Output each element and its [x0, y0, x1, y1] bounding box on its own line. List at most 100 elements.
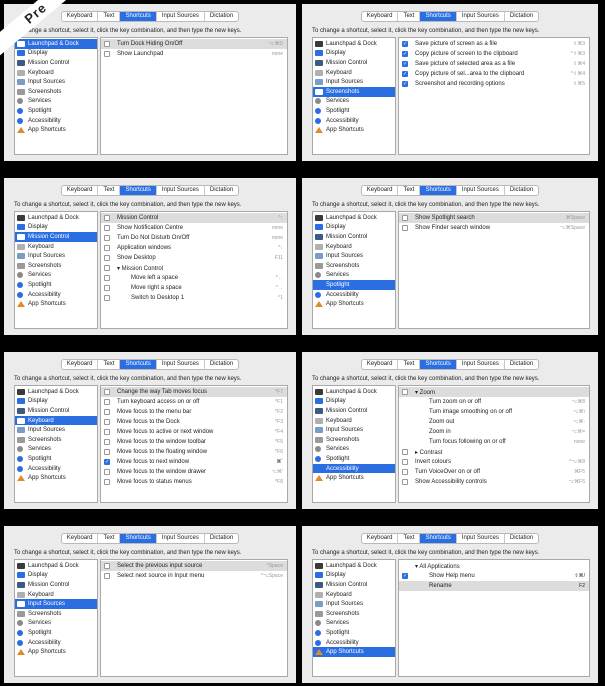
shortcut-checkbox[interactable]: ✓ [402, 61, 408, 67]
shortcut-keys[interactable]: none [272, 225, 283, 231]
shortcut-keys[interactable]: ^F2 [275, 409, 283, 415]
category-item-spotlight[interactable]: Spotlight [313, 454, 395, 464]
category-item-services[interactable]: Services [313, 445, 395, 455]
shortcut-checkbox[interactable] [104, 449, 110, 455]
category-list[interactable]: Launchpad & Dock Display Mission Control Ke… [14, 37, 98, 155]
shortcut-row[interactable]: ▾ All Applications [399, 561, 589, 571]
shortcut-row[interactable]: Move focus to the floating window ^F6 [101, 447, 287, 457]
shortcut-row[interactable]: Show Spotlight search ⌘Space [399, 213, 589, 223]
category-item-input-sources[interactable]: Input Sources [15, 425, 97, 435]
category-item-screenshots[interactable]: Screenshots [15, 87, 97, 97]
category-item-accessibility[interactable]: Accessibility [15, 290, 97, 300]
shortcut-checkbox[interactable] [402, 479, 408, 485]
category-item-mission-control[interactable]: Mission Control [313, 58, 395, 68]
shortcut-checkbox[interactable] [402, 449, 408, 455]
shortcut-row[interactable]: ▸ Contrast [399, 447, 589, 457]
category-item-keyboard[interactable]: Keyboard [15, 242, 97, 252]
shortcut-checkbox[interactable] [402, 469, 408, 475]
shortcut-keys[interactable]: ⌥⌘- [573, 419, 585, 425]
shortcut-list[interactable]: Select the previous input source ^Space Se… [100, 559, 288, 677]
tab-text[interactable]: Text [97, 360, 119, 369]
category-item-mission-control[interactable]: Mission Control [313, 580, 395, 590]
category-item-accessibility[interactable]: Accessibility [313, 116, 395, 126]
shortcut-row[interactable]: Turn keyboard access on or off ^F1 [101, 397, 287, 407]
shortcut-keys[interactable]: ⌥⌘8 [571, 399, 585, 405]
category-list[interactable]: Launchpad & Dock Display Mission Control Ke… [14, 211, 98, 329]
tab-keyboard[interactable]: Keyboard [62, 360, 98, 369]
category-item-services[interactable]: Services [313, 97, 395, 107]
shortcut-keys[interactable]: none [574, 439, 585, 445]
shortcut-keys[interactable]: ^⇧⌘4 [571, 71, 585, 77]
shortcut-row[interactable]: Show Finder search window ⌥⌘Space [399, 223, 589, 233]
shortcut-checkbox[interactable] [104, 479, 110, 485]
category-item-input-sources[interactable]: Input Sources [313, 425, 395, 435]
category-item-services[interactable]: Services [15, 445, 97, 455]
shortcut-keys[interactable]: ⇧⌘5 [573, 81, 585, 87]
tab-shortcuts[interactable]: Shortcuts [419, 12, 456, 21]
category-item-input-sources[interactable]: Input Sources [15, 77, 97, 87]
category-item-display[interactable]: Display [15, 49, 97, 59]
tab-dictation[interactable]: Dictation [503, 534, 538, 543]
tab-dictation[interactable]: Dictation [203, 360, 238, 369]
shortcut-keys[interactable]: ^↑ [278, 215, 283, 221]
category-list[interactable]: Launchpad & Dock Display Mission Control Ke… [312, 37, 396, 155]
category-item-mission-control[interactable]: Mission Control [15, 580, 97, 590]
category-item-app-shortcuts[interactable]: App Shortcuts [313, 473, 395, 483]
category-item-keyboard[interactable]: Keyboard [313, 590, 395, 600]
category-item-mission-control[interactable]: Mission Control [313, 232, 395, 242]
tab-input-sources[interactable]: Input Sources [155, 12, 204, 21]
tab-dictation[interactable]: Dictation [503, 360, 538, 369]
shortcut-checkbox[interactable] [104, 51, 110, 57]
shortcut-checkbox[interactable]: ✓ [402, 81, 408, 87]
shortcut-checkbox[interactable] [104, 275, 110, 281]
shortcut-row[interactable]: ✓ Show Help menu ⇧⌘/ [399, 571, 589, 581]
category-item-screenshots[interactable]: Screenshots [313, 261, 395, 271]
category-item-input-sources[interactable]: Input Sources [15, 599, 97, 609]
shortcut-keys[interactable]: ^F7 [275, 389, 283, 395]
shortcut-row[interactable]: Move left a space ^← [101, 273, 287, 283]
category-item-accessibility[interactable]: Accessibility [15, 464, 97, 474]
shortcut-row[interactable]: Move right a space ^→ [101, 283, 287, 293]
category-item-mission-control[interactable]: Mission Control [15, 58, 97, 68]
shortcut-checkbox[interactable] [104, 389, 110, 395]
category-item-input-sources[interactable]: Input Sources [313, 251, 395, 261]
shortcut-keys[interactable]: ^⌥Space [261, 573, 283, 579]
category-item-services[interactable]: Services [15, 97, 97, 107]
category-item-launchpad-dock[interactable]: Launchpad & Dock [15, 39, 97, 49]
category-item-app-shortcuts[interactable]: App Shortcuts [313, 647, 395, 657]
category-list[interactable]: Launchpad & Dock Display Mission Control Ke… [14, 559, 98, 677]
shortcut-checkbox[interactable] [104, 295, 110, 301]
shortcut-row[interactable]: Move focus to the window drawer ⌥⌘' [101, 467, 287, 477]
shortcut-checkbox[interactable]: ✓ [402, 41, 408, 47]
shortcut-checkbox[interactable]: ✓ [104, 459, 110, 465]
shortcut-row[interactable]: Rename F2 [399, 581, 589, 591]
tab-text[interactable]: Text [397, 534, 419, 543]
category-item-display[interactable]: Display [313, 49, 395, 59]
shortcut-row[interactable]: Invert colours ^⌥⌘8 [399, 457, 589, 467]
shortcut-row[interactable]: Turn VoiceOver on or off ⌘F5 [399, 467, 589, 477]
shortcut-row[interactable]: Move focus to the menu bar ^F2 [101, 407, 287, 417]
shortcut-list[interactable]: Mission Control ^↑ Show Notification Centr… [100, 211, 288, 329]
category-item-display[interactable]: Display [15, 397, 97, 407]
shortcut-checkbox[interactable] [402, 215, 408, 221]
shortcut-checkbox[interactable]: ✓ [402, 573, 408, 579]
category-item-services[interactable]: Services [15, 271, 97, 281]
tab-text[interactable]: Text [397, 360, 419, 369]
shortcut-row[interactable]: ▾ Mission Control [101, 263, 287, 273]
shortcut-list[interactable]: Show Spotlight search ⌘Space Show Finder s… [398, 211, 590, 329]
tab-keyboard[interactable]: Keyboard [62, 186, 98, 195]
shortcut-checkbox[interactable] [104, 235, 110, 241]
category-item-mission-control[interactable]: Mission Control [15, 232, 97, 242]
category-item-spotlight[interactable]: Spotlight [313, 106, 395, 116]
category-item-accessibility[interactable]: Accessibility [313, 638, 395, 648]
shortcut-checkbox[interactable]: ✓ [402, 71, 408, 77]
category-item-app-shortcuts[interactable]: App Shortcuts [313, 125, 395, 135]
category-item-spotlight[interactable]: Spotlight [15, 454, 97, 464]
shortcut-keys[interactable]: none [272, 235, 283, 241]
tab-shortcuts[interactable]: Shortcuts [119, 534, 156, 543]
tab-input-sources[interactable]: Input Sources [455, 186, 504, 195]
shortcut-row[interactable]: Select the previous input source ^Space [101, 561, 287, 571]
shortcut-row[interactable]: Turn zoom on or off ⌥⌘8 [399, 397, 589, 407]
shortcut-keys[interactable]: ^F5 [275, 439, 283, 445]
tab-dictation[interactable]: Dictation [203, 534, 238, 543]
